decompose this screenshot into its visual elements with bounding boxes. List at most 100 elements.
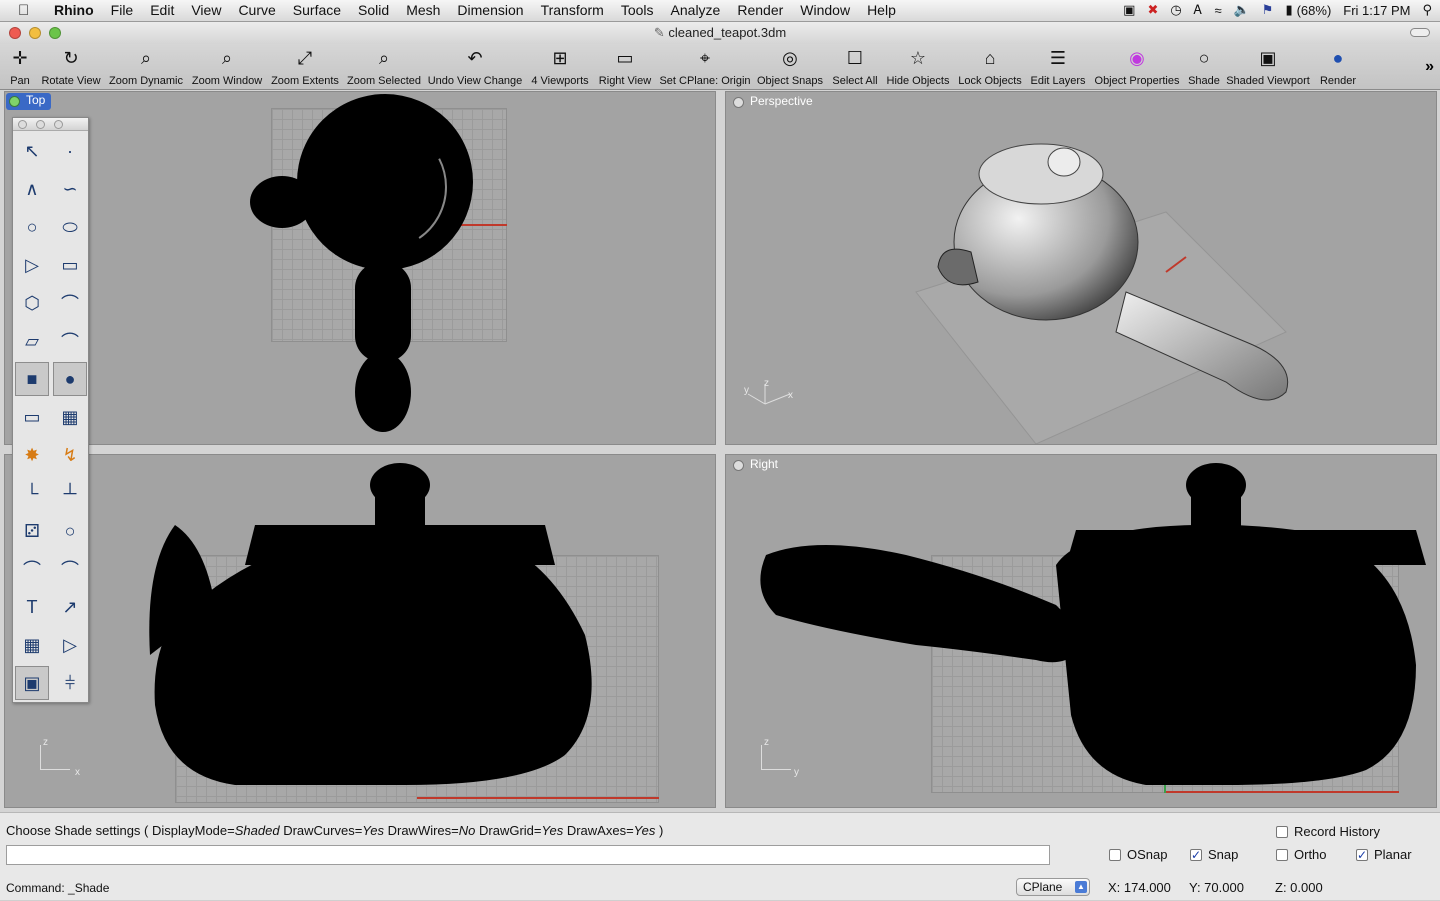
- explode-icon[interactable]: ✸: [15, 438, 49, 472]
- shaded-viewport-button[interactable]: ▣ Shaded Viewport: [1226, 47, 1310, 88]
- menu-window[interactable]: Window: [800, 2, 850, 18]
- bluetooth-icon[interactable]: Ꭺ: [1194, 2, 1203, 18]
- cplane-select[interactable]: CPlane ▲: [1016, 878, 1090, 896]
- menu-dimension[interactable]: Dimension: [457, 2, 523, 18]
- wifi-icon[interactable]: ≈: [1214, 3, 1221, 18]
- menu-transform[interactable]: Transform: [541, 2, 604, 18]
- menu-tools[interactable]: Tools: [621, 2, 654, 18]
- toolbar-overflow-icon[interactable]: »: [1425, 58, 1434, 76]
- text-icon[interactable]: T: [15, 590, 49, 624]
- point-icon[interactable]: ·: [53, 134, 87, 168]
- blend-icon[interactable]: ⌒: [15, 552, 49, 586]
- render-block-icon[interactable]: ▣: [15, 666, 49, 700]
- command-input[interactable]: [6, 845, 1050, 865]
- sweep-icon[interactable]: ⌒: [53, 324, 87, 358]
- boolean-icon[interactable]: ⚂: [15, 514, 49, 548]
- menu-curve[interactable]: Curve: [238, 2, 275, 18]
- record-history-toggle[interactable]: Record History: [1276, 824, 1380, 839]
- box-solid-icon[interactable]: ■: [15, 362, 49, 396]
- scale-icon[interactable]: ↗: [53, 590, 87, 624]
- sphere-solid-icon[interactable]: ●: [53, 362, 87, 396]
- curve-icon[interactable]: ∽: [53, 172, 87, 206]
- perspective-viewport[interactable]: Perspective y z x: [725, 91, 1437, 445]
- zoom-window-button[interactable]: ⌕ Zoom Window: [192, 47, 262, 88]
- command-option-drawwires[interactable]: DrawWires=No: [388, 823, 476, 838]
- top-viewport[interactable]: Top: [4, 91, 716, 445]
- osnap-checkbox[interactable]: [1109, 848, 1121, 861]
- dimension-icon[interactable]: ▷: [53, 628, 87, 662]
- perspective-viewport-title[interactable]: Perspective: [730, 94, 819, 111]
- menu-view[interactable]: View: [191, 2, 221, 18]
- command-option-drawgrid[interactable]: DrawGrid=Yes: [479, 823, 563, 838]
- planar-toggle[interactable]: ✓ Planar: [1356, 847, 1412, 862]
- top-viewport-title[interactable]: Top: [6, 93, 52, 110]
- ortho-checkbox[interactable]: [1276, 848, 1288, 861]
- right-view-button[interactable]: ▭ Right View: [599, 47, 651, 88]
- object-snaps-button[interactable]: ◎ Object Snaps: [757, 47, 823, 88]
- hide-objects-button[interactable]: ☆ Hide Objects: [887, 47, 950, 88]
- sync-icon[interactable]: ✖: [1147, 2, 1158, 18]
- menu-mesh[interactable]: Mesh: [406, 2, 440, 18]
- polyline-icon[interactable]: ∧: [15, 172, 49, 206]
- ellipse-icon[interactable]: ⬭: [53, 210, 87, 244]
- command-option-drawcurves[interactable]: DrawCurves=Yes: [283, 823, 384, 838]
- object-properties-button[interactable]: ◉ Object Properties: [1095, 47, 1180, 88]
- polygon-icon[interactable]: ⬡: [15, 286, 49, 320]
- right-viewport-title[interactable]: Right: [730, 457, 784, 474]
- mesh-icon[interactable]: ▦: [53, 400, 87, 434]
- spotlight-icon[interactable]: ⚲: [1422, 2, 1432, 18]
- pan-button[interactable]: ✛ Pan: [9, 47, 31, 88]
- zoom-dynamic-button[interactable]: ⌕ Zoom Dynamic: [109, 47, 183, 88]
- display-icon[interactable]: ▣: [1123, 2, 1135, 18]
- rectangle-icon[interactable]: ▭: [53, 248, 87, 282]
- zoom-selected-button[interactable]: ⌕ Zoom Selected: [347, 47, 421, 88]
- extend-icon[interactable]: ┴: [53, 476, 87, 510]
- palette-zoom-button[interactable]: [54, 120, 63, 129]
- command-option-displaymode[interactable]: DisplayMode=Shaded: [152, 823, 280, 838]
- rotate-view-button[interactable]: ↻ Rotate View: [41, 47, 100, 88]
- clock[interactable]: Fri 1:17 PM: [1343, 3, 1410, 18]
- offset-icon[interactable]: ⌒: [53, 552, 87, 586]
- front-viewport[interactable]: z x: [4, 454, 716, 808]
- volume-icon[interactable]: 🔈: [1234, 2, 1250, 18]
- battery-percent[interactable]: (68%): [1297, 3, 1332, 18]
- menu-edit[interactable]: Edit: [150, 2, 174, 18]
- palette-close-button[interactable]: [18, 120, 27, 129]
- menu-rhino[interactable]: Rhino: [54, 2, 94, 18]
- osnap-toggle[interactable]: OSnap: [1109, 847, 1167, 862]
- undo-view-change-button[interactable]: ↶ Undo View Change: [428, 47, 523, 88]
- menu-solid[interactable]: Solid: [358, 2, 389, 18]
- right-viewport[interactable]: Right z y: [725, 454, 1437, 808]
- edit-layers-button[interactable]: ☰ Edit Layers: [1030, 47, 1085, 88]
- surface-icon[interactable]: ▱: [15, 324, 49, 358]
- render-button[interactable]: ● Render: [1320, 47, 1356, 88]
- snap-toggle[interactable]: ✓ Snap: [1190, 847, 1238, 862]
- menu-file[interactable]: File: [111, 2, 134, 18]
- tool-palette[interactable]: ↖ · ∧ ∽ ○ ⬭ ▷ ▭ ⬡ ⌒ ▱ ⌒ ■ ● ▭ ▦ ✸ ↯ └ ┴ ⚂ ○ ⌒ ⌒ T ↗ ▦ ▷ ▣ ⫩: [12, 117, 89, 703]
- menu-analyze[interactable]: Analyze: [671, 2, 721, 18]
- circle-icon[interactable]: ○: [15, 210, 49, 244]
- select-all-button[interactable]: ☐ Select All: [832, 47, 877, 88]
- flag-icon[interactable]: ⚑: [1262, 2, 1274, 18]
- palette-minimize-button[interactable]: [36, 120, 45, 129]
- ortho-toggle[interactable]: Ortho: [1276, 847, 1327, 862]
- fillet-curve-icon[interactable]: ⌒: [53, 286, 87, 320]
- 4-viewports-button[interactable]: ⊞ 4 Viewports: [531, 47, 588, 88]
- set-cplane-origin-button[interactable]: ⌖ Set CPlane: Origin: [659, 47, 750, 88]
- snap-checkbox[interactable]: ✓: [1190, 848, 1202, 861]
- command-option-drawaxes[interactable]: DrawAxes=Yes: [567, 823, 656, 838]
- menu-render[interactable]: Render: [737, 2, 783, 18]
- lock-objects-button[interactable]: ⌂ Lock Objects: [958, 47, 1022, 88]
- menu-help[interactable]: Help: [867, 2, 896, 18]
- battery-icon[interactable]: ▮: [1285, 2, 1292, 18]
- arc-icon[interactable]: ▷: [15, 248, 49, 282]
- menu-surface[interactable]: Surface: [293, 2, 341, 18]
- zoom-extents-button[interactable]: ⤢ Zoom Extents: [271, 47, 339, 88]
- time-machine-icon[interactable]: ◷: [1170, 2, 1181, 18]
- apple-icon[interactable]: : [18, 2, 29, 19]
- toolbar-toggle-button[interactable]: [1410, 28, 1430, 37]
- palette-title-bar[interactable]: [13, 118, 88, 131]
- array-icon[interactable]: ▦: [15, 628, 49, 662]
- shade-button[interactable]: ○ Shade: [1188, 47, 1220, 88]
- split-icon[interactable]: ↯: [53, 438, 87, 472]
